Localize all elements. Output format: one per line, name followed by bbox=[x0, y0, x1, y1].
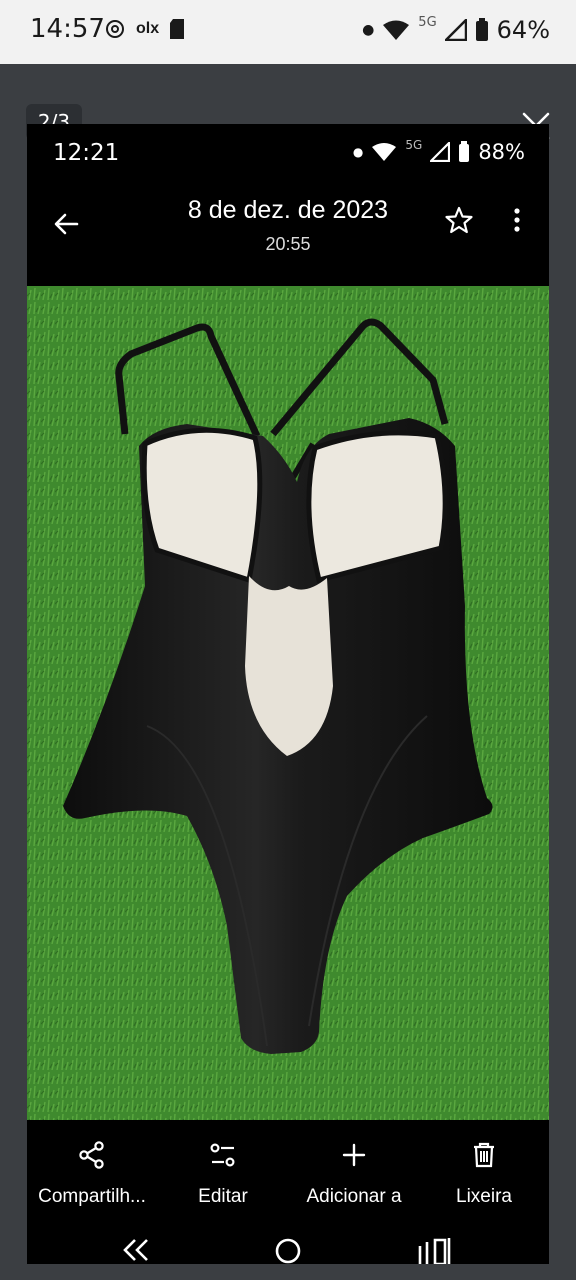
trash-button[interactable]: Lixeira bbox=[409, 1134, 549, 1208]
edit-button[interactable]: Editar bbox=[148, 1134, 298, 1208]
battery-level: 88% bbox=[478, 140, 525, 164]
photo-action-toolbar: Compartilh... Editar Adicionar a Lixeira bbox=[27, 1134, 549, 1234]
share-label: Compartilh... bbox=[38, 1186, 146, 1207]
openai-icon bbox=[106, 20, 124, 38]
recents-nav-icon[interactable] bbox=[417, 1234, 453, 1264]
sd-card-icon bbox=[170, 19, 185, 39]
battery-level: 64% bbox=[496, 16, 550, 44]
inner-clock: 12:21 bbox=[53, 140, 120, 166]
inner-system-icons: ● 5G 88% bbox=[352, 138, 525, 164]
trash-icon bbox=[474, 1142, 494, 1168]
dot-icon: ● bbox=[352, 145, 364, 159]
system-nav-bar bbox=[27, 1224, 549, 1264]
wifi-icon bbox=[372, 143, 397, 161]
dot-icon: ● bbox=[362, 22, 375, 38]
add-to-button[interactable]: Adicionar a bbox=[279, 1134, 429, 1208]
network-type: 5G bbox=[418, 14, 437, 30]
more-vert-icon[interactable] bbox=[507, 204, 527, 236]
outer-notification-icons: olx bbox=[104, 18, 185, 40]
plus-icon bbox=[342, 1143, 366, 1167]
edit-sliders-icon bbox=[210, 1143, 235, 1167]
trash-label: Lixeira bbox=[456, 1186, 512, 1207]
outer-system-icons: ● 5G 64% bbox=[362, 14, 550, 45]
outer-clock: 14:57 bbox=[30, 14, 105, 44]
olx-icon: olx bbox=[136, 20, 160, 37]
embedded-screenshot: 12:21 ● 5G 88% 8 de dez. de 2023 20:55 C… bbox=[27, 124, 549, 1264]
photo-time-subtitle: 20:55 bbox=[265, 234, 311, 254]
home-nav-icon[interactable] bbox=[273, 1234, 303, 1264]
star-icon[interactable] bbox=[443, 204, 475, 236]
battery-icon bbox=[459, 141, 470, 162]
add-to-label: Adicionar a bbox=[306, 1186, 402, 1207]
outer-status-bar: 14:57 olx ● 5G 64% bbox=[0, 0, 576, 64]
swimsuit-photo bbox=[27, 286, 549, 1120]
network-type: 5G bbox=[405, 138, 423, 152]
inner-status-bar: 12:21 ● 5G 88% bbox=[27, 124, 549, 184]
signal-icon bbox=[444, 19, 467, 41]
back-nav-icon[interactable] bbox=[121, 1236, 153, 1264]
battery-icon bbox=[475, 18, 488, 41]
share-icon bbox=[79, 1141, 104, 1169]
photo-app-bar: 8 de dez. de 2023 20:55 bbox=[27, 184, 549, 284]
signal-icon bbox=[430, 142, 451, 162]
wifi-icon bbox=[383, 20, 410, 40]
edit-label: Editar bbox=[198, 1186, 248, 1207]
share-button[interactable]: Compartilh... bbox=[27, 1134, 167, 1208]
